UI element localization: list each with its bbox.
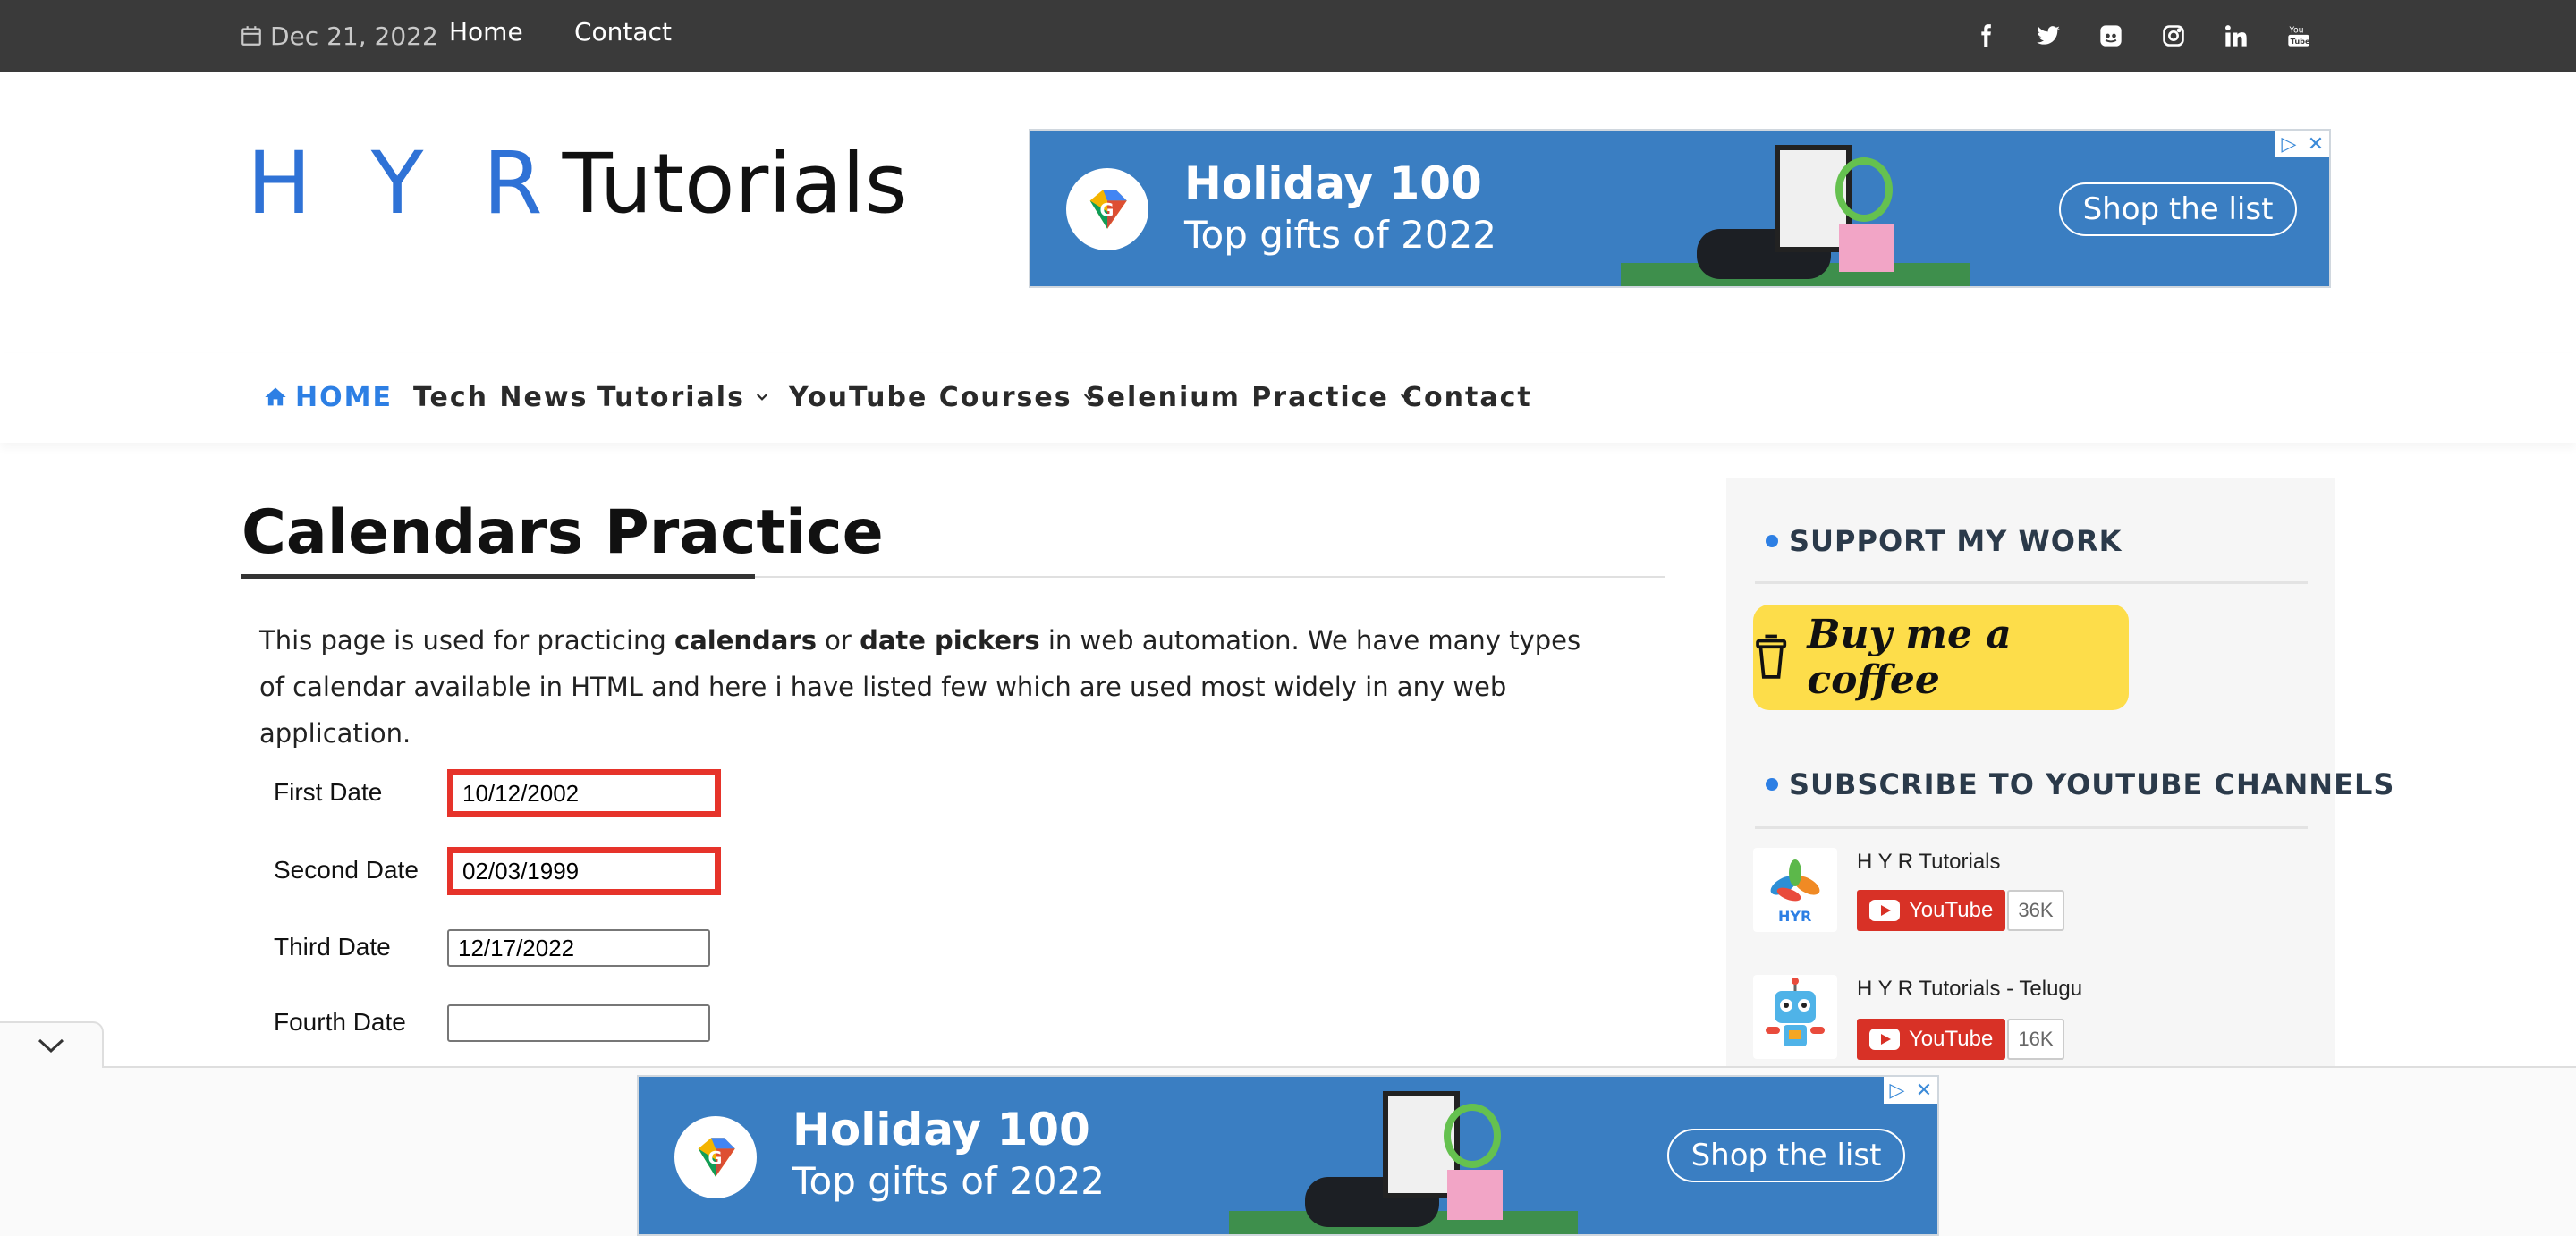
home-icon <box>265 387 286 406</box>
nav-youtube-courses-label: YouTube Courses <box>789 381 1072 413</box>
youtube-icon[interactable]: You Tube <box>2281 18 2317 54</box>
linkedin-icon[interactable] <box>2218 18 2254 54</box>
adchoices-icon[interactable]: ▷ <box>1884 1077 1911 1104</box>
intro-paragraph: This page is used for practicing calenda… <box>259 617 1601 757</box>
subscribe-widget-title-text: SUBSCRIBE TO YOUTUBE CHANNELS <box>1789 767 2395 801</box>
bullet-dot <box>1766 535 1778 547</box>
twitter-icon[interactable] <box>2030 18 2066 54</box>
google-shopping-icon: G <box>674 1116 757 1198</box>
youtube-button-label: YouTube <box>1909 1027 1994 1051</box>
top-link-home[interactable]: Home <box>449 16 523 48</box>
channel-name[interactable]: H Y R Tutorials <box>1857 850 2001 875</box>
facebook-icon[interactable] <box>1968 18 2004 54</box>
ad-shop-button[interactable]: Shop the list <box>2059 182 2297 236</box>
buy-me-a-coffee-button[interactable]: Buy me a coffee <box>1753 605 2129 710</box>
channel-avatar-telugu[interactable] <box>1753 975 1837 1059</box>
ad-shop-button[interactable]: Shop the list <box>1667 1129 1905 1182</box>
first-date-input[interactable] <box>447 769 721 817</box>
intro-text-1: This page is used for practicing <box>259 625 675 656</box>
third-date-input[interactable] <box>447 929 710 967</box>
svg-text:You: You <box>2289 26 2304 36</box>
calendar-icon <box>242 26 261 46</box>
second-date-label: Second Date <box>274 856 419 884</box>
anchor-ad-collapse-toggle[interactable] <box>0 1021 104 1068</box>
logo-hyr-text: H Y R <box>247 133 559 233</box>
ad-title: Holiday 100 <box>1184 157 1482 209</box>
instagram-icon[interactable] <box>2156 18 2191 54</box>
support-widget-divider <box>1755 581 2308 584</box>
nav-selenium-practice-label: Selenium Practice <box>1086 381 1389 413</box>
coffee-cup-icon <box>1756 634 1787 679</box>
svg-text:Tube: Tube <box>2291 37 2310 46</box>
header-ad-banner[interactable]: G Holiday 100 Top gifts of 2022 Shop the… <box>1029 129 2331 288</box>
nav-tech-news[interactable]: Tech News <box>413 379 588 415</box>
svg-text:G: G <box>1100 199 1114 220</box>
ad-plant-graphic <box>1444 1104 1501 1168</box>
channel-name[interactable]: H Y R Tutorials - Telugu <box>1857 977 2082 1002</box>
top-link-contact[interactable]: Contact <box>574 16 672 48</box>
nav-youtube-courses[interactable]: YouTube Courses <box>789 379 1097 415</box>
ad-close-icon[interactable]: ✕ <box>1911 1077 1937 1104</box>
bullet-dot <box>1766 778 1778 791</box>
first-date-label: First Date <box>274 778 383 806</box>
hyr-logo-icon: HYR <box>1770 859 1820 925</box>
youtube-subscribe-button[interactable]: YouTube <box>1857 1019 2005 1060</box>
channel-avatar-hyr[interactable]: HYR <box>1753 848 1837 932</box>
ad-subtitle: Top gifts of 2022 <box>792 1159 1106 1203</box>
adchoices-icon[interactable]: ▷ <box>2275 131 2302 157</box>
second-date-input[interactable] <box>447 847 721 895</box>
buy-me-a-coffee-label: Buy me a coffee <box>1807 612 2012 703</box>
nav-home[interactable]: HOME <box>263 379 393 415</box>
ad-close-icon[interactable]: ✕ <box>2302 131 2329 157</box>
intro-text-2: or <box>816 625 860 656</box>
nav-tutorials[interactable]: Tutorials <box>597 379 770 415</box>
youtube-logo-icon <box>1869 1029 1900 1050</box>
nav-contact-label: Contact <box>1402 381 1532 413</box>
intro-bold-date-pickers: date pickers <box>860 625 1040 656</box>
bottom-ad-banner[interactable]: G Holiday 100 Top gifts of 2022 Shop the… <box>637 1075 1939 1236</box>
logo-tutorials-text: Tutorials <box>562 135 908 232</box>
svg-text:HYR: HYR <box>1778 908 1811 925</box>
svg-text:G: G <box>708 1147 723 1168</box>
chevron-down-icon <box>38 1038 64 1054</box>
youtube-subscribe-button[interactable]: YouTube <box>1857 890 2005 931</box>
youtube-button-label: YouTube <box>1909 898 1994 922</box>
ad-choices[interactable]: ▷ ✕ <box>2275 131 2329 157</box>
intro-bold-calendars: calendars <box>674 625 817 656</box>
current-date: Dec 21, 2022 <box>240 16 438 55</box>
title-underline <box>242 574 755 579</box>
ad-subtitle: Top gifts of 2022 <box>1184 213 1497 257</box>
fourth-date-input[interactable] <box>447 1004 710 1042</box>
ad-plant-graphic <box>1835 157 1893 222</box>
third-date-label: Third Date <box>274 933 391 961</box>
subscriber-count: 16K <box>2007 1019 2064 1060</box>
nav-contact[interactable]: Contact <box>1402 379 1532 415</box>
ad-gift-box-graphic <box>1447 1170 1503 1220</box>
chevron-down-icon <box>756 394 767 401</box>
ad-gift-box-graphic <box>1839 224 1894 272</box>
subscriber-count: 36K <box>2007 890 2064 931</box>
nav-tutorials-label: Tutorials <box>597 381 745 413</box>
subscribe-widget-divider <box>1755 826 2308 829</box>
robot-icon <box>1766 978 1825 1046</box>
ad-title: Holiday 100 <box>792 1104 1090 1156</box>
top-bar: Dec 21, 2022 Home Contact You Tube <box>0 0 2576 72</box>
youtube-logo-icon <box>1869 900 1900 921</box>
ad-choices[interactable]: ▷ ✕ <box>1884 1077 1937 1104</box>
google-shopping-icon: G <box>1066 168 1148 250</box>
current-date-text: Dec 21, 2022 <box>270 21 438 51</box>
support-widget-title: SUPPORT MY WORK <box>1766 524 2122 558</box>
support-widget-title-text: SUPPORT MY WORK <box>1789 524 2123 558</box>
nav-home-label: HOME <box>295 381 393 413</box>
discord-icon[interactable] <box>2093 18 2129 54</box>
page-title: Calendars Practice <box>242 497 884 568</box>
nav-selenium-practice[interactable]: Selenium Practice <box>1086 379 1414 415</box>
nav-tech-news-label: Tech News <box>413 381 589 413</box>
site-logo[interactable]: H Y R Tutorials <box>247 133 908 233</box>
fourth-date-label: Fourth Date <box>274 1008 406 1036</box>
subscribe-widget-title: SUBSCRIBE TO YOUTUBE CHANNELS <box>1766 767 2394 801</box>
